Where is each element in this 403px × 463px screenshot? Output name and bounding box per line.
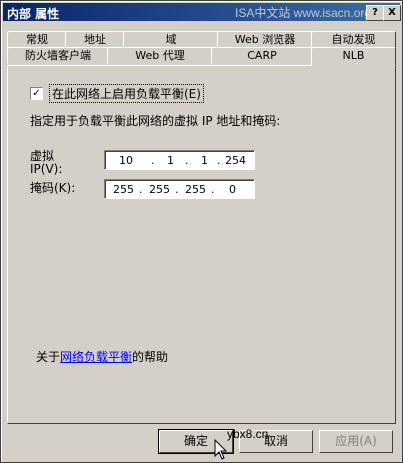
tab-general[interactable]: 常规 — [7, 31, 67, 48]
vip-octet-2[interactable]: 1 — [167, 154, 174, 167]
vip-dot: . — [151, 154, 155, 167]
mask-octet-4[interactable]: 0 — [229, 183, 236, 196]
help-link[interactable]: 网络负载平衡 — [60, 350, 132, 364]
description-text: 指定用于负载平衡此网络的虚拟 IP 地址和掩码: — [30, 114, 281, 128]
help-text: 关于网络负载平衡的帮助 — [36, 348, 168, 365]
tab-strip: 常规 地址 域 Web 浏览器 自动发现 防火墙客户端 Web 代理 CARP … — [7, 31, 396, 66]
help-prefix: 关于 — [36, 350, 61, 364]
tab-auto-discovery[interactable]: 自动发现 — [311, 31, 396, 48]
title-bar: 内部 属性 ISA中文站 www.isacn.org ? X — [3, 3, 401, 21]
mask-dot: . — [211, 183, 215, 196]
vip-dot: . — [185, 154, 189, 167]
help-button[interactable]: ? — [366, 5, 384, 21]
apply-button[interactable]: 应用(A) — [319, 430, 393, 453]
close-button[interactable]: X — [383, 5, 401, 21]
mask-dot: . — [175, 183, 179, 196]
tab-firewall-client[interactable]: 防火墙客户端 — [7, 47, 109, 64]
enable-nlb-row[interactable]: ✓ 在此网络上启用负载平衡(E) — [30, 84, 204, 103]
mask-dot: . — [139, 183, 143, 196]
mask-label: 掩码(K): — [30, 181, 76, 195]
watermark-top: ISA中文站 www.isacn.org — [235, 6, 372, 20]
mask-octet-1[interactable]: 255 — [113, 183, 134, 196]
vip-label-line2: IP(V): — [30, 162, 63, 176]
window-title: 内部 属性 — [7, 7, 60, 21]
help-suffix: 的帮助 — [132, 350, 169, 364]
mask-octet-3[interactable]: 255 — [185, 183, 206, 196]
subnet-mask-input[interactable]: 255 . 255 . 255 . 0 — [104, 179, 255, 199]
tab-carp[interactable]: CARP — [211, 47, 313, 64]
watermark-bottom: ybx8.cn — [227, 427, 269, 441]
vip-octet-4[interactable]: 254 — [225, 154, 246, 167]
vip-octet-3[interactable]: 1 — [201, 154, 208, 167]
tab-addresses[interactable]: 地址 — [65, 31, 125, 48]
enable-nlb-checkbox[interactable]: ✓ — [30, 87, 43, 100]
tab-web-browser[interactable]: Web 浏览器 — [217, 31, 313, 48]
properties-dialog: 内部 属性 ISA中文站 www.isacn.org ? X 常规 地址 域 W… — [0, 0, 403, 463]
tab-nlb[interactable]: NLB — [311, 47, 396, 66]
mask-octet-2[interactable]: 255 — [149, 183, 170, 196]
nlb-panel: ✓ 在此网络上启用负载平衡(E) 指定用于负载平衡此网络的虚拟 IP 地址和掩码… — [7, 65, 396, 424]
vip-label-line1: 虚拟 — [30, 149, 55, 163]
enable-nlb-label[interactable]: 在此网络上启用负载平衡(E) — [49, 84, 204, 103]
vip-octet-1[interactable]: 10 — [119, 154, 133, 167]
tab-domains[interactable]: 域 — [123, 31, 219, 48]
mouse-cursor-icon — [214, 439, 228, 460]
tab-web-proxy[interactable]: Web 代理 — [107, 47, 213, 64]
vip-dot: . — [217, 154, 221, 167]
virtual-ip-input[interactable]: 10 . 1 . 1 . 254 — [104, 150, 255, 170]
